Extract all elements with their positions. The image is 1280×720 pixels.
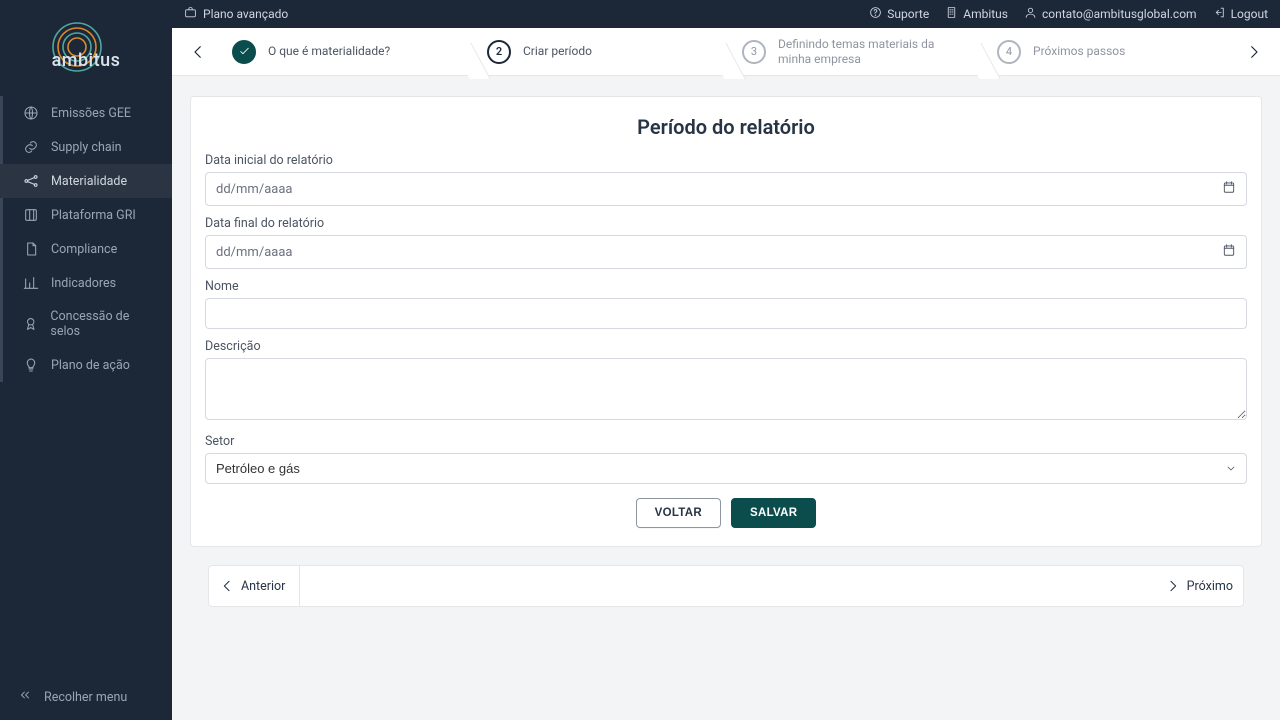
pager-next[interactable]: Próximo <box>1165 578 1233 594</box>
start-date-label: Data inicial do relatório <box>205 153 1247 168</box>
step-4[interactable]: 4 Próximos passos <box>981 37 1236 66</box>
support-link[interactable]: Suporte <box>869 6 929 22</box>
topbar-links: Suporte Ambitus contato@ambitusglobal.co… <box>869 6 1268 22</box>
pager-prev[interactable]: Anterior <box>219 578 285 594</box>
step-label: Definindo temas materiais da minha empre… <box>778 37 965 66</box>
collapse-label: Recolher menu <box>44 690 127 705</box>
chart-icon <box>23 275 39 291</box>
help-icon <box>869 6 882 22</box>
pager-next-label: Próximo <box>1187 579 1233 594</box>
end-date-placeholder: dd/mm/aaaa <box>216 245 292 260</box>
pager: Anterior Próximo <box>208 565 1244 607</box>
sidebar-item-plataforma-gri[interactable]: Plataforma GRI <box>0 198 172 232</box>
report-period-card: Período do relatório Data inicial do rel… <box>190 96 1262 547</box>
step-2[interactable]: 2 Criar período <box>471 37 726 66</box>
check-icon <box>232 40 256 64</box>
briefcase-icon <box>184 6 197 22</box>
brand-name: ambitus <box>31 50 141 71</box>
columns-icon <box>23 207 39 223</box>
main-area: Plano avançado Suporte Ambitus contato@a… <box>172 0 1280 720</box>
sidebar-nav: Emissões GEE Supply chain Materialidade … <box>0 96 172 382</box>
step-number: 4 <box>997 40 1021 64</box>
collapse-menu[interactable]: Recolher menu <box>0 674 172 720</box>
building-icon <box>945 6 958 22</box>
logout-link[interactable]: Logout <box>1213 6 1268 22</box>
logout-icon <box>1213 6 1226 22</box>
step-number: 3 <box>742 40 766 64</box>
topbar: Plano avançado Suporte Ambitus contato@a… <box>172 0 1280 28</box>
sidebar-item-indicadores[interactable]: Indicadores <box>0 266 172 300</box>
step-1[interactable]: O que é materialidade? <box>216 37 471 66</box>
brand-label: Ambitus <box>963 7 1008 21</box>
sector-select[interactable]: Petróleo e gás <box>205 453 1247 484</box>
desc-label: Descrição <box>205 339 1247 354</box>
plan-label: Plano avançado <box>203 7 288 21</box>
name-label: Nome <box>205 279 1247 294</box>
sidebar-item-concessao-selos[interactable]: Concessão de selos <box>0 300 172 348</box>
sidebar-item-label: Plataforma GRI <box>51 208 136 223</box>
contact-link[interactable]: contato@ambitusglobal.com <box>1024 6 1197 22</box>
end-date-input[interactable]: dd/mm/aaaa <box>205 235 1247 269</box>
sidebar-item-label: Indicadores <box>51 276 116 291</box>
chevrons-left-icon <box>18 688 32 706</box>
calendar-icon <box>1222 180 1236 198</box>
back-button[interactable]: VOLTAR <box>636 498 721 528</box>
end-date-label: Data final do relatório <box>205 216 1247 231</box>
pager-prev-label: Anterior <box>241 579 285 594</box>
calendar-icon <box>1222 243 1236 261</box>
nodes-icon <box>23 173 39 189</box>
sidebar-item-label: Materialidade <box>51 174 127 189</box>
sidebar-item-label: Supply chain <box>51 140 122 155</box>
sidebar-item-label: Concessão de selos <box>50 309 158 339</box>
step-label: Próximos passos <box>1033 44 1125 58</box>
user-icon <box>1024 6 1037 22</box>
sidebar-item-label: Emissões GEE <box>51 106 131 121</box>
stepper-prev[interactable] <box>180 34 216 70</box>
desc-input[interactable] <box>205 358 1247 420</box>
sidebar-item-label: Compliance <box>51 242 117 257</box>
doc-icon <box>23 241 39 257</box>
plan-indicator: Plano avançado <box>184 6 288 22</box>
brand-link[interactable]: Ambitus <box>945 6 1008 22</box>
logout-label: Logout <box>1231 7 1268 21</box>
sidebar-item-materialidade[interactable]: Materialidade <box>0 164 172 198</box>
step-3[interactable]: 3 Definindo temas materiais da minha emp… <box>726 37 981 66</box>
stepper: O que é materialidade? 2 Criar período 3… <box>172 28 1280 76</box>
sidebar-item-plano-acao[interactable]: Plano de ação <box>0 348 172 382</box>
brand-logo: ambitus <box>0 0 172 96</box>
step-label: O que é materialidade? <box>268 44 390 58</box>
globe-icon <box>23 105 39 121</box>
save-button[interactable]: SALVAR <box>731 498 816 528</box>
contact-label: contato@ambitusglobal.com <box>1042 7 1197 21</box>
start-date-input[interactable]: dd/mm/aaaa <box>205 172 1247 206</box>
pager-divider <box>299 565 300 607</box>
step-label: Criar período <box>523 44 592 58</box>
sidebar-item-label: Plano de ação <box>51 358 130 373</box>
stepper-next[interactable] <box>1236 34 1272 70</box>
bulb-icon <box>23 357 39 373</box>
sidebar: ambitus Emissões GEE Supply chain Ma <box>0 0 172 720</box>
sidebar-item-supply-chain[interactable]: Supply chain <box>0 130 172 164</box>
support-label: Suporte <box>887 7 929 21</box>
start-date-placeholder: dd/mm/aaaa <box>216 182 292 197</box>
step-number: 2 <box>487 40 511 64</box>
link-icon <box>23 139 39 155</box>
badge-icon <box>23 316 38 332</box>
sidebar-item-emissoes[interactable]: Emissões GEE <box>0 96 172 130</box>
card-title: Período do relatório <box>205 115 1247 139</box>
sector-label: Setor <box>205 434 1247 449</box>
name-input[interactable] <box>205 298 1247 329</box>
sidebar-item-compliance[interactable]: Compliance <box>0 232 172 266</box>
